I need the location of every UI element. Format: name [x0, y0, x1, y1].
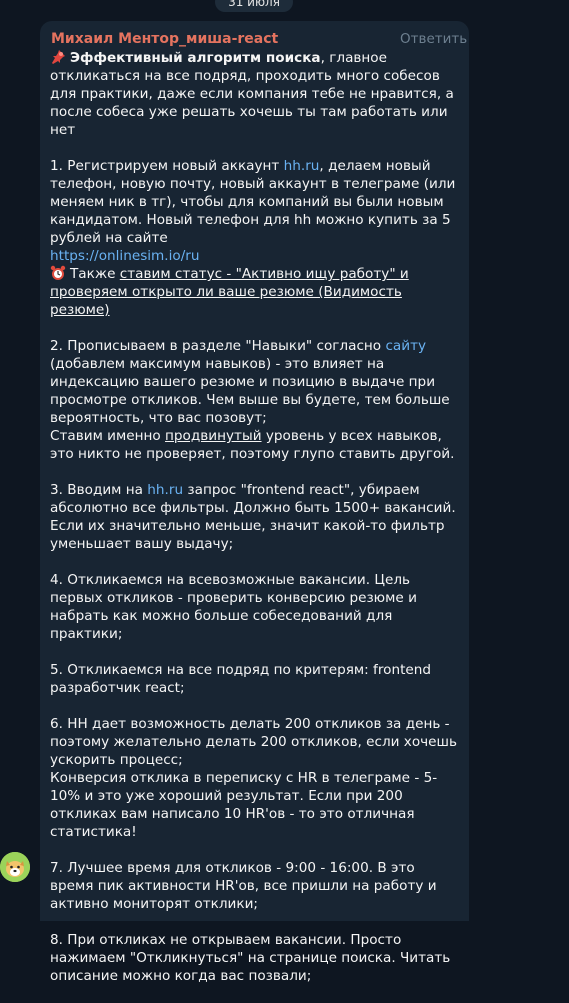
- pushpin-icon: [52, 50, 65, 64]
- hh-link-2[interactable]: hh.ru: [147, 482, 183, 498]
- scrollbar[interactable]: [561, 0, 569, 900]
- step-2-text-2: (добавлем максимум навыков) - это влияет…: [50, 356, 450, 426]
- date-pill: 31 июля: [215, 0, 293, 12]
- step-2: 2. Прописываем в разделе "Навыки" соглас…: [50, 337, 460, 463]
- step-8: 8. При откликах не открываем вакансии. П…: [50, 932, 451, 984]
- alarm-clock-icon: [50, 265, 66, 280]
- step-1-text: 1. Регистрируем новый аккаунт: [50, 158, 284, 174]
- intro-bold: Эффективный алгоритм поиска: [70, 50, 321, 66]
- reply-button[interactable]: Ответить: [400, 31, 467, 47]
- advanced-underlined: продвинутый: [165, 428, 262, 444]
- intro-paragraph: Эффективный алгоритм поиска, главное отк…: [50, 49, 460, 139]
- message-author[interactable]: Михаил Ментор_миша-react: [51, 31, 278, 47]
- step-6-text: 6. HH дает возможность делать 200 отклик…: [50, 716, 457, 768]
- step-5: 5. Откликаемся на все подряд по критерям…: [50, 662, 432, 696]
- step-4: 4. Откликаемся на всевозможные вакансии.…: [50, 572, 417, 642]
- onlinesim-link[interactable]: https://onlinesim.io/ru: [50, 248, 200, 264]
- message-text: Эффективный алгоритм поиска, главное отк…: [50, 49, 460, 1003]
- step-1: 1. Регистрируем новый аккаунт hh.ru, дел…: [50, 157, 460, 319]
- step-1-text-3: Также: [70, 266, 120, 282]
- step-3-text: 3. Вводим на: [50, 482, 148, 498]
- site-link[interactable]: сайту: [385, 338, 426, 354]
- hh-link[interactable]: hh.ru: [284, 158, 320, 174]
- step-2-text-3: Ставим именно: [50, 428, 166, 444]
- step-3: 3. Вводим на hh.ru запрос "frontend reac…: [50, 481, 460, 553]
- step-6: 6. HH дает возможность делать 200 отклик…: [50, 715, 460, 841]
- avatar-dog-icon: [0, 852, 30, 882]
- avatar-icon[interactable]: [0, 852, 30, 882]
- step-2-text: 2. Прописываем в разделе "Навыки" соглас…: [50, 338, 386, 354]
- step-7: 7. Лучшее время для откликов - 9:00 - 16…: [50, 860, 437, 912]
- step-6-text-2: Конверсия отклика в переписку с HR в тел…: [50, 770, 438, 840]
